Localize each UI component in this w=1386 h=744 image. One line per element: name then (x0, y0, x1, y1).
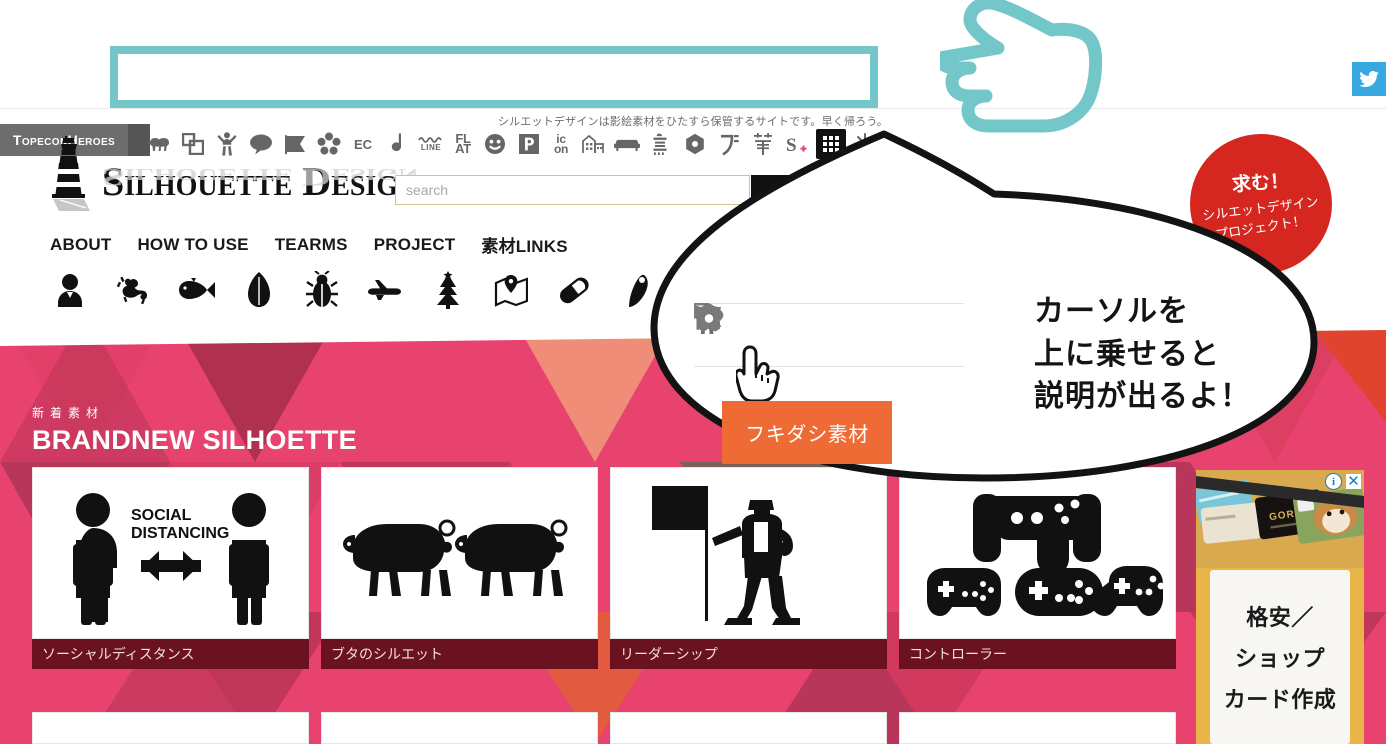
site-logo[interactable]: Silhouette Design Silhouette Design (46, 136, 418, 228)
recruit-badge[interactable]: 求む！ シルエットデザイン プロジェクト！ (1190, 134, 1332, 274)
material-card[interactable] (32, 712, 309, 744)
callout-instruction-text: カーソルを 上に乗せると 説明が出るよ！ (1034, 291, 1251, 419)
card-caption: ソーシャルディスタンス (32, 639, 309, 669)
social-distancing-art: SOCIAL DISTANCING (32, 467, 309, 639)
category-icon-row (48, 268, 659, 312)
person-icon[interactable] (48, 268, 92, 312)
top-toolbar: EC LINE FL AT ic on S (0, 60, 1386, 159)
airplane-icon[interactable] (363, 268, 407, 312)
main-navigation: ABOUT HOW TO USE TEARMS PROJECT 素材LINKS (50, 232, 568, 257)
nav-item-about[interactable]: ABOUT (50, 235, 111, 255)
nav-item-material-links[interactable]: 素材LINKS (481, 232, 567, 257)
svg-text:S: S (786, 135, 797, 156)
shell-icon[interactable] (615, 268, 659, 312)
callout-text-line-3: 説明が出るよ！ (1034, 380, 1251, 414)
ad-line-2: ショップ (1234, 646, 1325, 671)
search-input[interactable] (396, 176, 749, 204)
nav-item-tearms[interactable]: TEARMS (275, 235, 348, 255)
pigs-art (321, 467, 598, 639)
page-root: EC LINE FL AT ic on S シルエットデザインは影絵素材をひたす… (0, 0, 1386, 744)
art-label-1: SOCIAL (131, 507, 192, 524)
card-caption: リーダーシップ (610, 639, 887, 669)
twitter-icon[interactable] (1352, 62, 1386, 96)
art-label-2: DISTANCING (131, 525, 229, 542)
speech-bubble-icon[interactable] (695, 305, 842, 352)
card-caption: ブタのシルエット (321, 639, 598, 669)
site-tagline: シルエットデザインは影絵素材をひたすら保管するサイトです。早く帰ろう。 (497, 116, 889, 128)
fish-icon[interactable] (174, 268, 218, 312)
nav-item-project[interactable]: PROJECT (374, 235, 456, 255)
search-icon (785, 180, 806, 201)
callout-icon-row (694, 303, 964, 367)
leadership-flag-art (610, 467, 887, 639)
brandnew-title: BRANDNEW SILHOETTE (32, 425, 357, 455)
lizard-icon[interactable] (111, 268, 155, 312)
christmas-tree-icon[interactable] (426, 268, 470, 312)
brandnew-card-list: SOCIAL DISTANCING ソーシャルディスタンス ブタのシルエット リ… (32, 467, 1176, 669)
material-card[interactable]: リーダーシップ (610, 467, 887, 669)
lighthouse-icon (46, 136, 94, 212)
card-caption: コントローラー (899, 639, 1176, 669)
flower-icon[interactable] (694, 303, 950, 352)
search-button[interactable] (751, 175, 839, 205)
ad-controls: i ✕ (1325, 473, 1361, 490)
material-card[interactable] (899, 712, 1176, 744)
map-pin-icon[interactable] (489, 268, 533, 312)
badge-line-1: 求む！ (1231, 171, 1291, 197)
flag-pin-icon[interactable] (696, 306, 896, 352)
capsule-icon[interactable] (552, 268, 596, 312)
grid-icon[interactable] (816, 129, 846, 159)
material-card[interactable]: SOCIAL DISTANCING ソーシャルディスタンス (32, 467, 309, 669)
ad-close-icon[interactable]: ✕ (1346, 474, 1361, 489)
brandnew-card-list-row2 (32, 712, 1176, 744)
nav-item-how-to-use[interactable]: HOW TO USE (137, 235, 248, 255)
callout-text-line-1: カーソルを (1034, 295, 1189, 328)
brandnew-heading: 新着素材 BRANDNEW SILHOETTE (32, 404, 357, 456)
ad-text-block: 格安／ ショップ カード作成 (1210, 570, 1350, 744)
ad-line-1: 格安／ (1246, 605, 1314, 630)
material-card[interactable]: ブタのシルエット (321, 467, 598, 669)
line-label: LINE (420, 143, 442, 152)
callout-icon-demo (694, 303, 964, 367)
callout-text-line-2: 上に乗せると (1034, 337, 1220, 371)
material-card[interactable] (321, 712, 598, 744)
material-card[interactable]: コントローラー (899, 467, 1176, 669)
bug-icon[interactable] (300, 268, 344, 312)
ad-info-icon[interactable]: i (1325, 473, 1342, 490)
tooltip-label: フキダシ素材 (722, 401, 892, 464)
search-input-wrapper[interactable] (395, 175, 750, 205)
game-controllers-art (899, 467, 1176, 639)
ad-line-3: カード作成 (1223, 687, 1337, 712)
leaf-icon[interactable] (237, 268, 281, 312)
advertisement-panel[interactable]: GORGEOUS i ✕ 格安／ ショップ カード作成 (1196, 470, 1364, 744)
logo-reflection: Silhouette Design (102, 163, 419, 192)
material-card[interactable] (610, 712, 887, 744)
brandnew-subtitle: 新着素材 (32, 406, 105, 420)
